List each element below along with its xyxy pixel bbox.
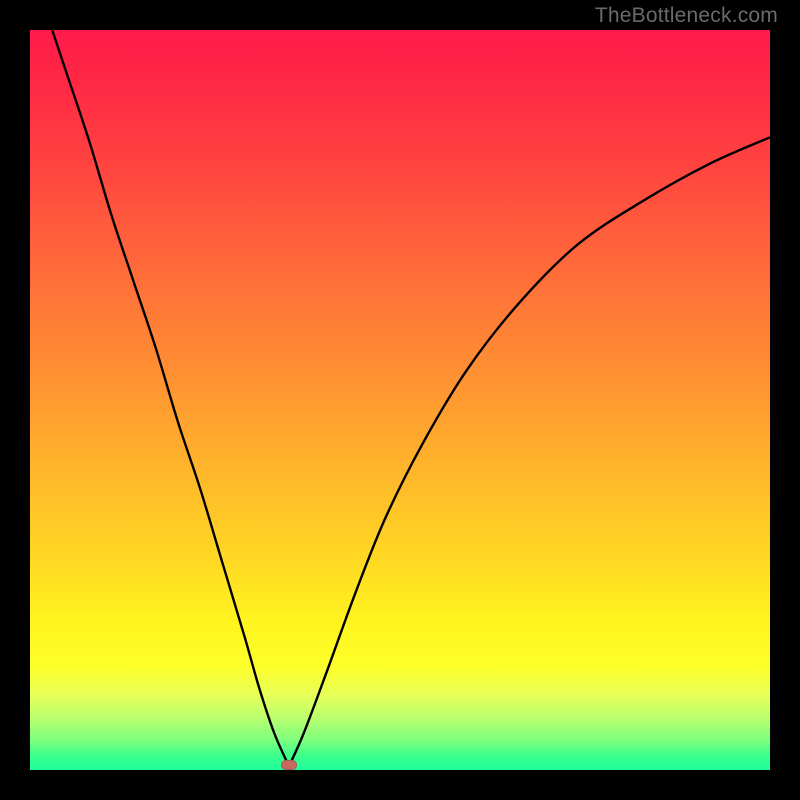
curve-left-branch	[52, 30, 289, 766]
curve-right-branch	[289, 137, 770, 766]
chart-frame: TheBottleneck.com	[0, 0, 800, 800]
plot-area	[30, 30, 770, 770]
bottleneck-curve	[30, 30, 770, 770]
minimum-marker	[281, 760, 297, 770]
watermark-text: TheBottleneck.com	[595, 4, 778, 28]
